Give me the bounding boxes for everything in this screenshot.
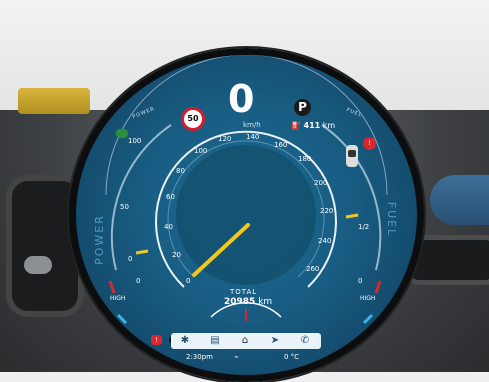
odometer-unit: km xyxy=(258,297,273,307)
range-unit: km xyxy=(322,121,336,130)
right-high-label: HIGH xyxy=(360,295,376,302)
gear-indicator: P xyxy=(294,99,311,116)
speed-tick-120: 120 xyxy=(218,135,232,143)
odometer-readout: 20985 km xyxy=(224,297,272,307)
fuel-side-label: FUEL xyxy=(385,201,399,238)
dock-bar: ✱ ▤ ⌂ ➤ ✆ xyxy=(171,333,321,349)
speed-tick-160: 160 xyxy=(274,141,288,149)
range-icon: ⛽ xyxy=(291,121,301,130)
speed-tick-100: 100 xyxy=(194,147,208,155)
status-connectivity-icon: ⌁ xyxy=(234,353,239,361)
fuel-zero-label: 0 xyxy=(358,277,363,285)
range-value: 411 xyxy=(303,121,321,130)
status-temperature: 0 °C xyxy=(284,353,300,361)
media-icon[interactable]: ▤ xyxy=(209,335,221,347)
warning-icon: ! xyxy=(151,335,162,345)
car-door-icon xyxy=(346,145,358,167)
settings-icon[interactable]: ⚙ xyxy=(316,335,321,342)
speed-tick-260: 260 xyxy=(306,265,320,273)
speed-tick-180: 180 xyxy=(298,155,312,163)
range-readout: ⛽ 411 km xyxy=(291,121,335,130)
speed-limit-sign: 50 xyxy=(181,107,205,131)
speed-tick-80: 80 xyxy=(176,167,185,175)
left-high-label: HIGH xyxy=(110,295,126,302)
navigation-icon[interactable]: ➤ xyxy=(269,335,281,347)
odometer-label: TOTAL xyxy=(230,288,258,296)
odometer-value: 20985 xyxy=(224,297,256,307)
power-tick-0: 0 xyxy=(128,255,133,263)
fan-icon[interactable]: ✱ xyxy=(179,335,191,347)
drive-ready-icon xyxy=(116,129,128,138)
speed-tick-220: 220 xyxy=(320,207,334,215)
instrument-cluster-display: 0 km/h P ⛽ 411 km 50 POWER FUEL POWER FU… xyxy=(69,48,424,382)
dash-trim xyxy=(430,175,489,225)
speed-tick-0: 0 xyxy=(186,277,191,285)
status-time: 2:30pm xyxy=(186,353,213,361)
fuel-half-label: 1/2 xyxy=(358,223,370,231)
home-icon[interactable]: ⌂ xyxy=(239,335,251,347)
speed-unit: km/h xyxy=(243,121,261,129)
speed-tick-200: 200 xyxy=(314,179,328,187)
speed-tick-140: 140 xyxy=(246,133,260,141)
power-side-label: POWER xyxy=(92,214,106,265)
speed-tick-240: 240 xyxy=(318,237,332,245)
power-tick-50: 50 xyxy=(120,203,129,211)
power-zero-label: 0 xyxy=(136,277,141,285)
speed-tick-40: 40 xyxy=(164,223,173,231)
power-tick-100: 100 xyxy=(128,137,142,145)
speed-tick-60: 60 xyxy=(166,193,175,201)
vent-knob xyxy=(24,256,52,274)
speed-readout: 0 xyxy=(228,77,255,121)
speed-tick-20: 20 xyxy=(172,251,181,259)
phone-icon[interactable]: ✆ xyxy=(299,335,311,347)
seatbelt-warning-icon: ! xyxy=(363,137,376,150)
